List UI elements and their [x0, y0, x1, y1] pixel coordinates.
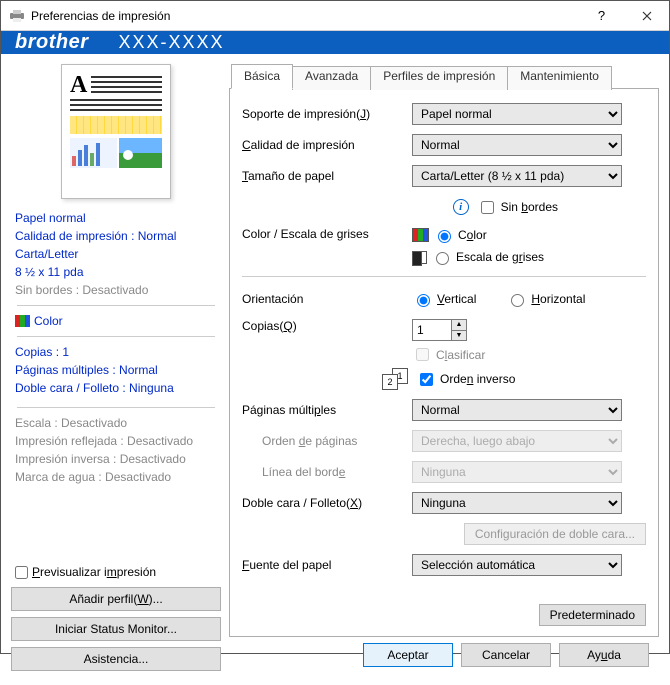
page-preview: A [61, 64, 171, 199]
borderless-label: Sin bordes [501, 200, 558, 214]
quality-select[interactable]: Normal [412, 134, 622, 156]
color-radio[interactable] [438, 230, 451, 243]
support-button[interactable]: Asistencia... [11, 647, 221, 671]
duplex-config-button: Configuración de doble cara... [464, 523, 646, 545]
color-radio-row[interactable]: Color [412, 227, 487, 243]
copies-spinner[interactable]: ▲▼ [451, 319, 467, 341]
summary-line: Doble cara / Folleto : Ninguna [15, 379, 217, 397]
summary-color: Color [15, 312, 217, 330]
summary-line: Impresión reflejada : Desactivado [15, 432, 217, 450]
brand-logo: brother [15, 31, 89, 54]
media-select[interactable]: Papel normal [412, 103, 622, 125]
dialog-footer: Aceptar Cancelar Ayuda [229, 637, 659, 677]
status-monitor-button[interactable]: Iniciar Status Monitor... [11, 617, 221, 641]
info-icon[interactable]: i [453, 199, 469, 215]
papersource-label: Fuente del papel [242, 558, 412, 572]
tab-basic[interactable]: Básica [231, 64, 293, 89]
tab-bar: Básica Avanzada Perfiles de impresión Ma… [229, 64, 659, 89]
vertical-radio-row[interactable]: Vertical [412, 291, 476, 307]
grayscale-option-label: Escala de grises [456, 250, 544, 264]
settings-summary: Papel normal Calidad de impresión : Norm… [11, 209, 221, 486]
preview-checkbox-row[interactable]: Previsualizar impresión [11, 563, 221, 581]
media-label: Soporte de impresión(J) [242, 107, 412, 121]
help-footer-button[interactable]: Ayuda [559, 643, 649, 667]
summary-line: Sin bordes : Desactivado [15, 281, 217, 299]
tab-profiles[interactable]: Perfiles de impresión [370, 66, 508, 90]
horizontal-radio-row[interactable]: Horizontal [506, 291, 585, 307]
summary-line: Páginas múltiples : Normal [15, 361, 217, 379]
borderless-checkbox-row[interactable]: Sin bordes [477, 198, 558, 217]
summary-line: Carta/Letter [15, 245, 217, 263]
ok-button[interactable]: Aceptar [363, 643, 453, 667]
add-profile-button[interactable]: Añadir perfil(W)... [11, 587, 221, 611]
summary-line: Escala : Desactivado [15, 414, 217, 432]
colorscale-label: Color / Escala de grises [242, 227, 412, 241]
pageorder-label: Orden de páginas [242, 434, 412, 448]
horizontal-label: Horizontal [531, 292, 585, 306]
color-option-label: Color [458, 228, 487, 242]
copies-input[interactable] [412, 319, 452, 341]
summary-line: Copias : 1 [15, 343, 217, 361]
print-preferences-window: Preferencias de impresión ? brother XXX-… [0, 0, 670, 654]
vertical-radio[interactable] [417, 294, 430, 307]
printer-icon [9, 10, 25, 22]
collate-checkbox-row: Clasificar [412, 345, 485, 364]
reverse-order-icon: 1 2 [382, 368, 408, 390]
vertical-label: Vertical [437, 292, 476, 306]
grayscale-radio[interactable] [436, 252, 449, 265]
orientation-label: Orientación [242, 292, 412, 306]
summary-line: 8 ½ x 11 pda [15, 263, 217, 281]
grayscale-radio-row[interactable]: Escala de grises [412, 249, 544, 265]
sidebar: A Papel normal Calidad de impresión : No… [11, 64, 221, 677]
help-button[interactable]: ? [579, 1, 624, 31]
grayscale-swatch-icon [412, 251, 427, 264]
color-swatch-icon [412, 228, 429, 242]
papersize-label: Tamaño de papel [242, 169, 412, 183]
cancel-button[interactable]: Cancelar [461, 643, 551, 667]
papersize-select[interactable]: Carta/Letter (8 ½ x 11 pda) [412, 165, 622, 187]
reverse-checkbox[interactable] [420, 373, 433, 386]
summary-line: Marca de agua : Desactivado [15, 468, 217, 486]
pageorder-select: Derecha, luego abajo [412, 430, 622, 452]
collate-label: Clasificar [436, 348, 485, 362]
spin-down-icon[interactable]: ▼ [452, 331, 466, 341]
tab-advanced[interactable]: Avanzada [292, 66, 371, 90]
tab-maintenance[interactable]: Mantenimiento [507, 66, 612, 90]
reverse-label: Orden inverso [440, 372, 515, 386]
close-button[interactable] [624, 1, 669, 31]
reverse-checkbox-row[interactable]: Orden inverso [416, 370, 515, 389]
spin-up-icon[interactable]: ▲ [452, 320, 466, 331]
brand-bar: brother XXX-XXXX [1, 31, 669, 54]
quality-label: Calidad de impresión [242, 138, 412, 152]
borderless-checkbox[interactable] [481, 201, 494, 214]
horizontal-radio[interactable] [511, 294, 524, 307]
borderline-label: Línea del borde [242, 465, 412, 479]
duplex-select[interactable]: Ninguna [412, 492, 622, 514]
papersource-select[interactable]: Selección automática [412, 554, 622, 576]
titlebar: Preferencias de impresión ? [1, 1, 669, 31]
preview-checkbox[interactable] [15, 566, 28, 579]
default-button[interactable]: Predeterminado [539, 604, 646, 626]
window-title: Preferencias de impresión [31, 9, 579, 23]
collate-checkbox [416, 348, 429, 361]
preview-checkbox-label: Previsualizar impresión [32, 565, 156, 579]
summary-line: Impresión inversa : Desactivado [15, 450, 217, 468]
multipage-label: Páginas múltiples [242, 403, 412, 417]
summary-line: Papel normal [15, 209, 217, 227]
borderline-select: Ninguna [412, 461, 622, 483]
multipage-select[interactable]: Normal [412, 399, 622, 421]
summary-line: Calidad de impresión : Normal [15, 227, 217, 245]
duplex-label: Doble cara / Folleto(X) [242, 496, 412, 510]
tab-body-basic: Soporte de impresión(J) Papel normal Cal… [229, 89, 659, 637]
copies-label: Copias(Q) [242, 319, 412, 333]
brand-model: XXX-XXXX [119, 32, 225, 53]
